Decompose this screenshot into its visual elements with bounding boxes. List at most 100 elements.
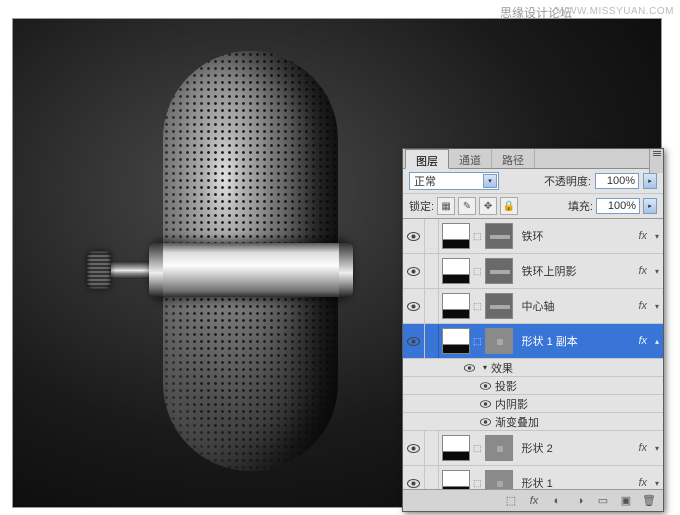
mic-knob	[87, 251, 111, 289]
opacity-flyout-icon[interactable]: ▸	[643, 173, 657, 189]
layer-name[interactable]: 形状 2	[516, 440, 635, 456]
visibility-toggle[interactable]	[403, 219, 425, 253]
fx-badge[interactable]: fx	[634, 442, 651, 454]
tab-paths[interactable]: 路径	[492, 149, 535, 168]
fill-flyout-icon[interactable]: ▸	[643, 198, 657, 214]
triangle-down-icon[interactable]: ▾	[479, 363, 491, 372]
fx-expand-icon[interactable]: ▾	[651, 479, 663, 488]
layer-row[interactable]: ⬚ 形状 2 fx ▾	[403, 431, 663, 466]
lock-pixels-icon[interactable]: ✎	[458, 197, 476, 215]
visibility-toggle[interactable]	[403, 431, 425, 465]
lock-position-icon[interactable]: ✥	[479, 197, 497, 215]
layer-name[interactable]: 形状 1	[516, 475, 635, 489]
effect-name: 渐变叠加	[495, 414, 539, 430]
lock-label: 锁定:	[409, 198, 434, 214]
link-column[interactable]	[425, 431, 439, 465]
blend-mode-select[interactable]: 正常 ▾	[409, 172, 499, 190]
visibility-toggle[interactable]	[475, 418, 495, 426]
visibility-toggle[interactable]	[403, 254, 425, 288]
layer-name[interactable]: 铁环	[516, 228, 635, 244]
fx-badge[interactable]: fx	[634, 300, 651, 312]
visibility-toggle[interactable]	[475, 400, 495, 408]
opacity-input[interactable]: 100%	[595, 173, 639, 189]
layer-row[interactable]: ⬚ 铁环上阴影 fx ▾	[403, 254, 663, 289]
visibility-toggle[interactable]	[459, 364, 479, 372]
adjustment-layer-icon[interactable]: ◑	[569, 492, 591, 509]
link-column[interactable]	[425, 289, 439, 323]
effect-row[interactable]: 内阴影	[403, 395, 663, 413]
layer-thumbnail[interactable]	[442, 258, 470, 284]
mask-thumbnail[interactable]	[485, 328, 513, 354]
layer-thumbnail[interactable]	[442, 435, 470, 461]
fx-expand-icon[interactable]: ▾	[651, 232, 663, 241]
layer-row[interactable]: ⬚ 中心轴 fx ▾	[403, 289, 663, 324]
visibility-toggle[interactable]	[403, 289, 425, 323]
layer-style-icon[interactable]: fx	[523, 492, 545, 509]
effect-name: 内阴影	[495, 396, 528, 412]
mask-link-icon[interactable]: ⬚	[472, 336, 483, 347]
link-column[interactable]	[425, 466, 439, 489]
new-layer-icon[interactable]: ▣	[615, 492, 637, 509]
visibility-toggle[interactable]	[403, 324, 425, 358]
visibility-toggle[interactable]	[403, 466, 425, 489]
new-group-icon[interactable]: ▭	[592, 492, 614, 509]
microphone-artwork	[143, 51, 353, 471]
fx-badge[interactable]: fx	[634, 477, 651, 489]
effect-row[interactable]: 渐变叠加	[403, 413, 663, 431]
mask-link-icon[interactable]: ⬚	[472, 266, 483, 277]
layer-name[interactable]: 形状 1 副本	[516, 333, 635, 349]
tab-layers[interactable]: 图层	[405, 149, 449, 169]
blend-opacity-row: 正常 ▾ 不透明度: 100% ▸	[403, 169, 663, 194]
link-layers-icon[interactable]: ⬚	[500, 492, 522, 509]
fill-label: 填充:	[568, 198, 593, 214]
mask-link-icon[interactable]: ⬚	[472, 231, 483, 242]
layer-mask-icon[interactable]: ◐	[546, 492, 568, 509]
effects-group-row[interactable]: ▾ 效果	[403, 359, 663, 377]
link-column[interactable]	[425, 219, 439, 253]
blend-mode-value: 正常	[414, 173, 436, 189]
mask-link-icon[interactable]: ⬚	[472, 443, 483, 454]
layer-row-selected[interactable]: ⬚ 形状 1 副本 fx ▴	[403, 324, 663, 359]
mask-thumbnail[interactable]	[485, 470, 513, 489]
link-column[interactable]	[425, 254, 439, 288]
watermark-url: WWW.MISSYUAN.COM	[557, 6, 674, 17]
mask-link-icon[interactable]: ⬚	[472, 301, 483, 312]
mask-link-icon[interactable]: ⬚	[472, 478, 483, 489]
layers-list: ⬚ 铁环 fx ▾ ⬚ 铁环上阴影 fx ▾ ⬚	[403, 219, 663, 489]
effect-name: 投影	[495, 378, 517, 394]
link-column[interactable]	[425, 324, 439, 358]
fill-input[interactable]: 100%	[596, 198, 640, 214]
layer-row[interactable]: ⬚ 形状 1 fx ▾	[403, 466, 663, 489]
fx-badge[interactable]: fx	[634, 230, 651, 242]
fx-badge[interactable]: fx	[634, 335, 651, 347]
mic-metal-band	[151, 243, 351, 297]
layer-name[interactable]: 铁环上阴影	[516, 263, 635, 279]
delete-layer-icon[interactable]: 🗑	[638, 492, 660, 509]
panel-tabs: 图层 通道 路径	[403, 149, 663, 169]
layers-panel: 图层 通道 路径 正常 ▾ 不透明度: 100% ▸ 锁定: ▦ ✎ ✥ 🔒 填…	[402, 148, 664, 512]
panel-collapse-icon[interactable]	[649, 161, 663, 173]
layer-row[interactable]: ⬚ 铁环 fx ▾	[403, 219, 663, 254]
lock-fill-row: 锁定: ▦ ✎ ✥ 🔒 填充: 100% ▸	[403, 194, 663, 219]
layer-thumbnail[interactable]	[442, 223, 470, 249]
visibility-toggle[interactable]	[475, 382, 495, 390]
layer-thumbnail[interactable]	[442, 470, 470, 489]
layer-name[interactable]: 中心轴	[516, 298, 635, 314]
fx-badge[interactable]: fx	[634, 265, 651, 277]
fx-collapse-icon[interactable]: ▴	[651, 337, 663, 346]
lock-all-icon[interactable]: 🔒	[500, 197, 518, 215]
fx-expand-icon[interactable]: ▾	[651, 267, 663, 276]
mask-thumbnail[interactable]	[485, 223, 513, 249]
tab-channels[interactable]: 通道	[449, 149, 492, 168]
mask-thumbnail[interactable]	[485, 258, 513, 284]
mask-thumbnail[interactable]	[485, 293, 513, 319]
panel-menu-icon[interactable]	[649, 149, 663, 161]
lock-transparency-icon[interactable]: ▦	[437, 197, 455, 215]
fx-expand-icon[interactable]: ▾	[651, 302, 663, 311]
fx-expand-icon[interactable]: ▾	[651, 444, 663, 453]
layers-panel-footer: ⬚ fx ◐ ◑ ▭ ▣ 🗑	[403, 489, 663, 511]
layer-thumbnail[interactable]	[442, 328, 470, 354]
effect-row[interactable]: 投影	[403, 377, 663, 395]
layer-thumbnail[interactable]	[442, 293, 470, 319]
mask-thumbnail[interactable]	[485, 435, 513, 461]
